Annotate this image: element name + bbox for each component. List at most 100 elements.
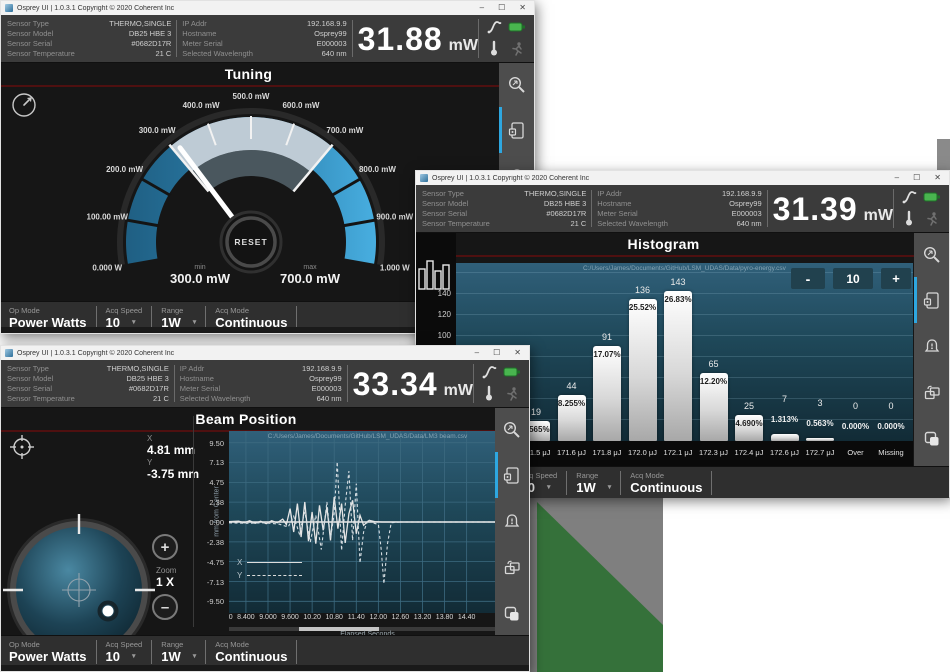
export-data-icon[interactable]: [922, 291, 942, 316]
sensor-info-left: Sensor TypeTHERMO,SINGLE Sensor ModelDB2…: [7, 364, 169, 403]
bar-divider: [296, 306, 297, 330]
sensor-value: Osprey99: [314, 29, 347, 38]
histogram-view-icon[interactable]: [417, 257, 453, 298]
op-mode-field[interactable]: Op ModePower Watts: [9, 306, 87, 330]
beam-y-tick: -4.75: [194, 558, 224, 567]
beam-position-chart: [229, 431, 506, 613]
trace-X: [229, 497, 503, 544]
acq-mode-field[interactable]: Acq ModeContinuous: [630, 471, 702, 495]
reset-button[interactable]: RESET: [221, 212, 281, 272]
maximize-button[interactable]: ☐: [498, 4, 505, 12]
chevron-down-icon: ▾: [608, 480, 612, 495]
histogram-x-label: Missing: [869, 448, 913, 457]
beam-target-display: [1, 508, 163, 635]
minimize-button[interactable]: –: [480, 4, 484, 12]
bar-divider: [205, 306, 206, 330]
sensor-label: Sensor Model: [7, 29, 53, 38]
chevron-down-icon: ▾: [547, 480, 551, 495]
title-bar: Osprey UI | 1.0.3.1 Copyright © 2020 Coh…: [1, 346, 529, 360]
histogram-bar-count: 44: [550, 381, 594, 391]
bins-decrease-button[interactable]: -: [791, 268, 825, 289]
header-divider: [174, 365, 175, 402]
close-button[interactable]: ✕: [519, 4, 526, 12]
thermometer-icon: [486, 40, 502, 62]
running-man-icon: [924, 211, 939, 232]
zoom-tool-icon[interactable]: [507, 75, 527, 100]
histogram-bar-count: 0: [869, 401, 913, 411]
view-title: Tuning: [1, 66, 496, 82]
range-field[interactable]: Range1W▾: [161, 306, 196, 330]
sidebar-indicator: [495, 452, 498, 498]
bar-divider: [620, 471, 621, 495]
zoom-out-button[interactable]: –: [152, 594, 178, 620]
close-button[interactable]: ✕: [514, 349, 521, 357]
minimize-button[interactable]: –: [475, 349, 479, 357]
histogram-bar-count: 91: [585, 332, 629, 342]
beam-x-axis: 7.8008.4009.0009.60010.2010.8011.4012.00…: [229, 614, 506, 626]
zoom-tool-icon[interactable]: [922, 245, 942, 270]
range-field[interactable]: Range1W▾: [576, 471, 611, 495]
histogram-bar-count: 143: [656, 277, 700, 287]
sensor-value: 21 C: [156, 49, 172, 58]
histogram-bar: [593, 346, 621, 441]
alerts-bell-icon[interactable]: [502, 512, 522, 537]
acq-speed-field[interactable]: Acq Speed10▾: [106, 640, 143, 664]
legend-x-label: X: [237, 558, 247, 567]
sensor-value: #0682D17R: [131, 39, 171, 48]
sensor-value: 21 C: [571, 219, 587, 228]
acquisition-bar: Op ModePower Watts Acq Speed10▾ Range1W▾…: [1, 635, 529, 667]
view-sidebar: [914, 233, 949, 466]
histogram-bar: [771, 434, 799, 441]
window-title: Osprey UI | 1.0.3.1 Copyright © 2020 Coh…: [17, 350, 475, 357]
window-title: Osprey UI | 1.0.3.1 Copyright © 2020 Coh…: [432, 175, 895, 182]
zoom-in-button[interactable]: +: [152, 534, 178, 560]
close-button[interactable]: ✕: [934, 174, 941, 182]
beam-position-window: Osprey UI | 1.0.3.1 Copyright © 2020 Coh…: [0, 345, 530, 672]
sensor-label: IP Addr: [597, 189, 621, 198]
windows-layout-icon[interactable]: [502, 604, 522, 629]
sensor-label: Sensor Temperature: [7, 49, 75, 58]
sensor-label: Sensor Serial: [7, 39, 52, 48]
sensor-value: DB25 HBE 3: [126, 374, 169, 383]
bins-increase-button[interactable]: +: [881, 268, 911, 289]
copy-views-icon[interactable]: [922, 383, 942, 408]
view-title: Beam Position: [1, 411, 491, 427]
sensor-label: IP Addr: [180, 364, 204, 373]
header-divider: [767, 190, 768, 227]
view-accent-line: [416, 255, 949, 257]
export-data-icon[interactable]: [507, 121, 527, 146]
minimize-button[interactable]: –: [895, 174, 899, 182]
beam-position-view: Beam Position: [1, 408, 529, 635]
chevron-down-icon: ▾: [193, 649, 197, 664]
beam-y-tick: 0.00: [194, 518, 224, 527]
sensor-header: Sensor TypeTHERMO,SINGLE Sensor ModelDB2…: [1, 360, 529, 408]
thermometer-icon: [901, 210, 917, 232]
gauge-tick-label: 400.0 mW: [183, 101, 220, 110]
range-field[interactable]: Range1W▾: [161, 640, 196, 664]
header-status-icons: [478, 19, 528, 58]
running-man-icon: [509, 41, 524, 62]
zoom-tool-icon[interactable]: [502, 420, 522, 445]
beam-y-tick: 7.13: [194, 458, 224, 467]
alerts-bell-icon[interactable]: [922, 337, 942, 362]
maximize-button[interactable]: ☐: [493, 349, 500, 357]
power-reading: 33.34 mW: [353, 366, 473, 403]
windows-layout-icon[interactable]: [922, 429, 942, 454]
copy-views-icon[interactable]: [502, 558, 522, 583]
export-data-icon[interactable]: [502, 466, 522, 491]
power-unit: mW: [864, 207, 893, 225]
legend-y-line: [247, 575, 302, 576]
acq-mode-field[interactable]: Acq ModeContinuous: [215, 640, 287, 664]
acq-mode-field[interactable]: Acq ModeContinuous: [215, 306, 287, 330]
sensor-value: 21 C: [153, 394, 169, 403]
zoom-value: 1 X: [156, 575, 174, 589]
zoom-label: Zoom: [156, 566, 176, 575]
acq-speed-field[interactable]: Acq Speed10▾: [106, 306, 143, 330]
op-mode-field[interactable]: Op ModePower Watts: [9, 640, 87, 664]
bar-divider: [96, 306, 97, 330]
beam-position-view-icon[interactable]: [9, 434, 35, 465]
header-divider: [347, 365, 348, 402]
maximize-button[interactable]: ☐: [913, 174, 920, 182]
histogram-bar-percent: 0.000%: [868, 422, 913, 431]
beam-x-tick: 14.40: [451, 614, 483, 621]
